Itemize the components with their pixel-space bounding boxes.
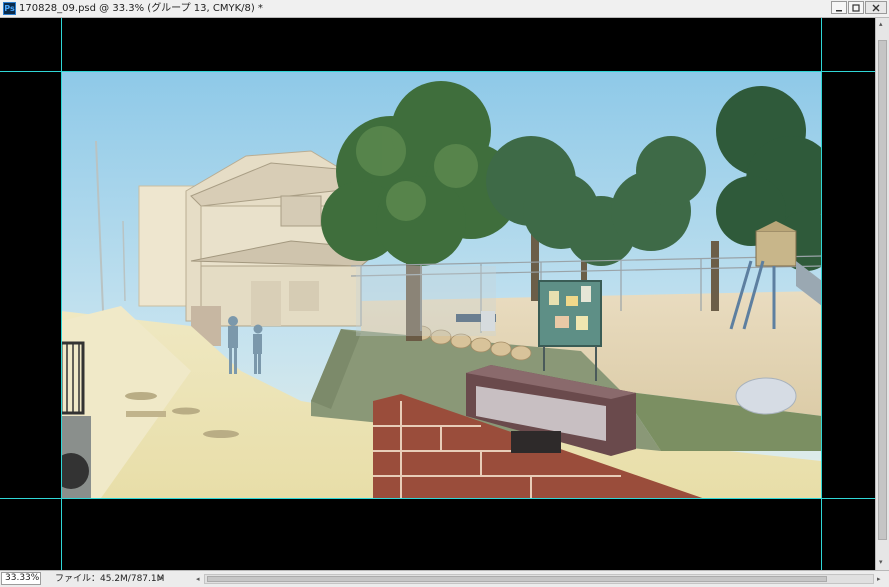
vertical-scroll-thumb[interactable] (878, 40, 887, 540)
scroll-right-icon[interactable]: ▸ (877, 573, 881, 585)
document-canvas[interactable] (61, 71, 822, 498)
horizontal-scroll-thumb[interactable] (207, 576, 827, 582)
document-size-info: ファイル：45.2M/787.1M (55, 574, 165, 584)
guide-line-vertical[interactable] (61, 18, 62, 570)
minimize-icon (836, 9, 842, 11)
status-menu-arrow-button[interactable]: > (157, 573, 165, 585)
scroll-down-icon[interactable]: ▾ (879, 558, 883, 566)
vertical-scrollbar[interactable]: ▴ ▾ (875, 18, 889, 570)
photoshop-app-icon[interactable]: Ps (3, 2, 16, 15)
guide-line-vertical[interactable] (821, 18, 822, 570)
minimize-button[interactable] (831, 1, 847, 14)
horizontal-scrollbar[interactable] (204, 574, 874, 584)
maximize-icon (852, 3, 860, 12)
close-icon (872, 4, 880, 11)
maximize-button[interactable] (848, 1, 864, 14)
background-illustration (61, 71, 822, 498)
document-title: 170828_09.psd @ 33.3% (グループ 13, CMYK/8) … (19, 3, 263, 14)
canvas-workspace[interactable] (0, 18, 875, 570)
guide-line-horizontal[interactable] (0, 498, 875, 499)
scroll-up-icon[interactable]: ▴ (879, 20, 883, 28)
zoom-level-field[interactable]: 33.33% (1, 572, 41, 585)
close-button[interactable] (865, 1, 887, 14)
title-bar[interactable]: Ps 170828_09.psd @ 33.3% (グループ 13, CMYK/… (0, 0, 889, 18)
window-controls (830, 1, 887, 15)
scroll-left-icon[interactable]: ◂ (196, 573, 200, 585)
status-bar: 33.33% ファイル：45.2M/787.1M > ◂ ▸ (0, 570, 889, 587)
guide-line-horizontal[interactable] (0, 71, 875, 72)
